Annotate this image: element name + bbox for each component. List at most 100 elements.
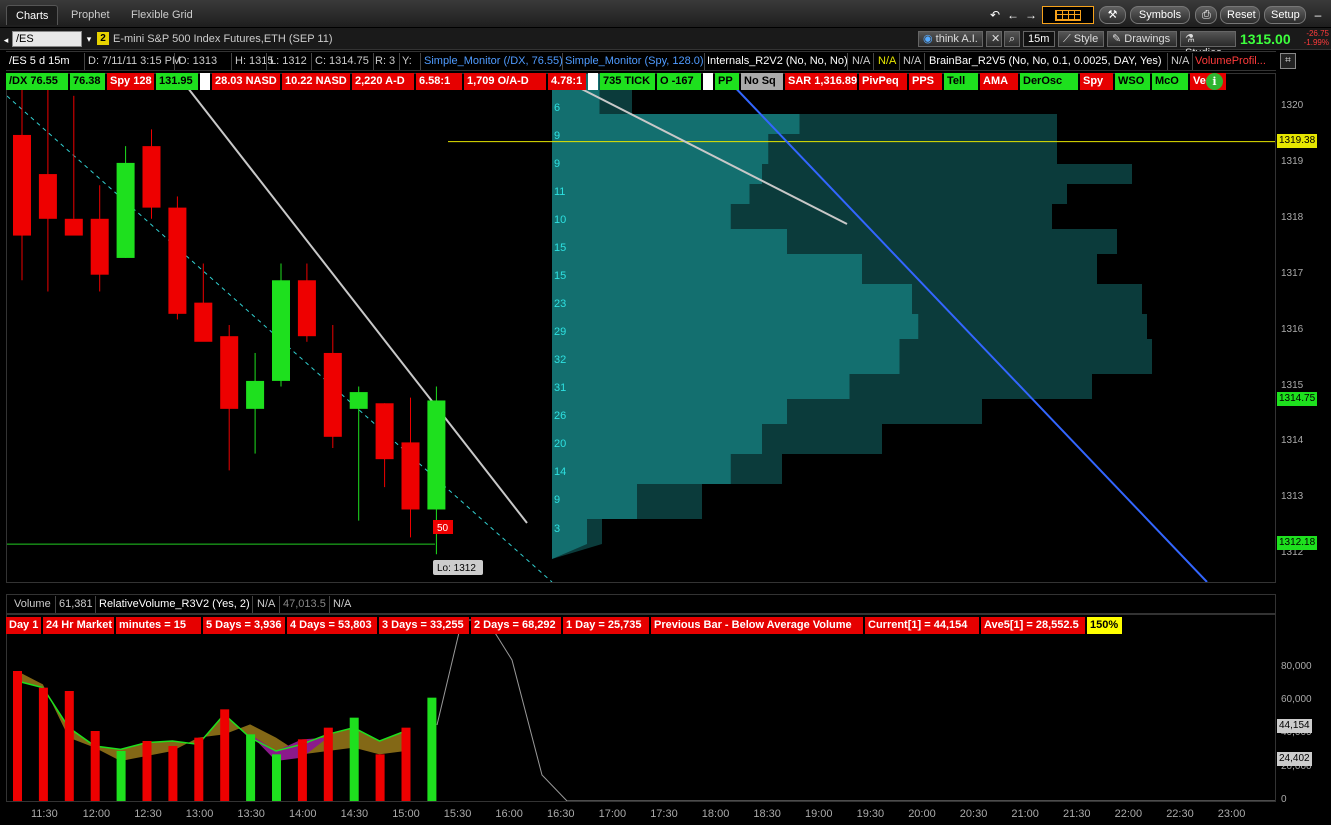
tab-flexible-grid[interactable]: Flexible Grid — [122, 5, 202, 25]
simple-monitor-spy[interactable]: Simple_Monitor (Spy, 128.0) — [565, 55, 704, 67]
wrench-button[interactable]: ⚒ — [1099, 6, 1126, 24]
print-button[interactable]: ⎙ — [1195, 6, 1217, 24]
volume-bar[interactable] — [116, 751, 126, 801]
chart-expand-button[interactable]: ⌗ — [1280, 53, 1296, 69]
study-label[interactable]: O -167 — [657, 73, 701, 90]
volume-bar[interactable] — [427, 697, 437, 801]
think-ai-button[interactable]: ◉ think A.I. — [918, 31, 983, 47]
style-button[interactable]: ⟋ Style — [1058, 31, 1104, 47]
volume-study-label[interactable]: Ave5[1] = 28,552.5 — [981, 617, 1085, 634]
study-label[interactable]: McO — [1152, 73, 1188, 90]
study-label[interactable]: AMA — [980, 73, 1018, 90]
relative-volume-study[interactable]: RelativeVolume_R3V2 (Yes, 2) — [99, 598, 250, 610]
volume-bar[interactable] — [246, 734, 256, 801]
volume-bar[interactable] — [272, 754, 281, 801]
collapse-arrow-icon[interactable]: ◂ — [0, 32, 12, 48]
study-label[interactable]: No Sq — [741, 73, 783, 90]
drawings-button[interactable]: ✎ Drawings — [1107, 31, 1177, 47]
study-label[interactable]: Tell — [944, 73, 978, 90]
volume-study-label[interactable]: 1 Day = 25,735 — [563, 617, 649, 634]
volume-bar[interactable] — [375, 754, 385, 801]
undo-icon[interactable]: ↶ — [987, 7, 1003, 23]
volume-study-label[interactable]: 150% — [1087, 617, 1122, 634]
internals-study[interactable]: Internals_R2V2 (No, No, No) — [707, 55, 848, 67]
reset-button[interactable]: Reset — [1220, 6, 1260, 24]
study-label[interactable]: 735 TICK — [600, 73, 655, 90]
candle[interactable] — [246, 352, 265, 454]
study-label[interactable]: PP — [715, 73, 739, 90]
grid-layout-button[interactable] — [1042, 6, 1094, 24]
volume-chart-panel[interactable] — [6, 614, 1276, 802]
simple-monitor-dx[interactable]: Simple_Monitor (/DX, 76.55) — [424, 55, 563, 67]
study-label[interactable] — [200, 73, 210, 90]
volume-bar[interactable] — [349, 717, 359, 801]
price-chart-panel[interactable]: 6 9 9 11 10 15 15 23 29 32 31 26 20 14 9 3 50 Lo: 1312 — [6, 73, 1276, 583]
study-label[interactable]: PPS — [909, 73, 942, 90]
study-label[interactable]: 4.78:1 — [548, 73, 586, 90]
setup-button[interactable]: Setup — [1264, 6, 1306, 24]
candle[interactable] — [116, 146, 135, 258]
link-group-badge[interactable]: 2 — [97, 32, 109, 45]
candle[interactable] — [323, 325, 342, 448]
volume-study-label[interactable]: Day 1 — [6, 617, 41, 634]
period-label[interactable]: /ES 5 d 15m — [9, 55, 70, 67]
study-label[interactable]: 6.58:1 — [416, 73, 462, 90]
candle[interactable] — [64, 95, 83, 236]
volume-bar[interactable] — [38, 687, 48, 801]
brainbar-study[interactable]: BrainBar_R2V5 (No, No, 0.1, 0.0025, DAY,… — [929, 55, 1162, 67]
volume-bar[interactable] — [220, 709, 230, 801]
volume-bar[interactable] — [168, 746, 178, 801]
study-label[interactable]: Spy — [1080, 73, 1113, 90]
volume-study-label[interactable]: 3 Days = 33,255 — [379, 617, 469, 634]
candle[interactable] — [375, 403, 394, 488]
study-label[interactable] — [588, 73, 598, 90]
candle[interactable] — [297, 263, 316, 342]
volume-study-label[interactable]: 24 Hr Market — [43, 617, 114, 634]
zoom-button[interactable]: ⌕ — [1004, 31, 1020, 47]
candle[interactable] — [401, 397, 420, 538]
volume-study-label[interactable]: Previous Bar - Below Average Volume — [651, 617, 863, 634]
study-label[interactable]: 10.22 NASD — [282, 73, 350, 90]
study-label[interactable]: 1,709 O/A-D — [464, 73, 546, 90]
candle[interactable] — [168, 196, 187, 320]
volume-bar[interactable] — [90, 731, 100, 801]
study-label[interactable]: 76.38 — [70, 73, 105, 90]
candle[interactable] — [13, 84, 31, 281]
study-label[interactable]: 131.95 — [156, 73, 198, 90]
study-label[interactable]: WSO — [1115, 73, 1150, 90]
volume-bar[interactable] — [142, 741, 152, 801]
study-label[interactable]: SAR 1,316.89 — [785, 73, 857, 90]
minimize-icon[interactable]: ‒ — [1310, 7, 1326, 23]
candle[interactable] — [220, 325, 239, 471]
volume-bar[interactable] — [323, 727, 333, 801]
volume-study-label[interactable]: minutes = 15 — [116, 617, 201, 634]
study-label[interactable]: 28.03 NASD — [212, 73, 280, 90]
study-label[interactable] — [703, 73, 713, 90]
volume-study-label[interactable]: 2 Days = 68,292 — [471, 617, 561, 634]
volume-bar[interactable] — [13, 671, 22, 801]
volume-profile-study[interactable]: VolumeProfil... — [1195, 55, 1266, 67]
info-icon[interactable]: i — [1206, 73, 1223, 90]
volume-study-label[interactable]: Current[1] = 44,154 — [865, 617, 979, 634]
symbols-button[interactable]: Symbols — [1130, 6, 1190, 24]
volume-bar[interactable] — [297, 739, 307, 801]
study-label[interactable]: 2,220 A-D — [352, 73, 414, 90]
symbol-input[interactable]: /ES — [12, 31, 82, 47]
volume-study-label[interactable]: 4 Days = 53,803 — [287, 617, 377, 634]
candle[interactable] — [38, 74, 57, 292]
volume-bar[interactable] — [194, 737, 204, 801]
volume-bar[interactable] — [401, 727, 411, 801]
study-label[interactable]: PivPeq — [859, 73, 907, 90]
candle[interactable] — [349, 386, 368, 521]
tab-charts[interactable]: Charts — [6, 5, 59, 25]
study-label[interactable]: Spy 128 — [107, 73, 154, 90]
crosshair-button[interactable]: ✕ — [986, 31, 1002, 47]
forward-arrow-icon[interactable]: → — [1023, 7, 1039, 23]
candle[interactable] — [142, 129, 161, 219]
symbol-dropdown-icon[interactable]: ▾ — [82, 31, 96, 47]
candle[interactable] — [272, 263, 290, 387]
timeframe-button[interactable]: 15m — [1023, 31, 1055, 47]
study-label[interactable]: DerOsc — [1020, 73, 1078, 90]
candle[interactable] — [194, 263, 213, 342]
studies-button[interactable]: ⚗ Studies — [1180, 31, 1236, 59]
